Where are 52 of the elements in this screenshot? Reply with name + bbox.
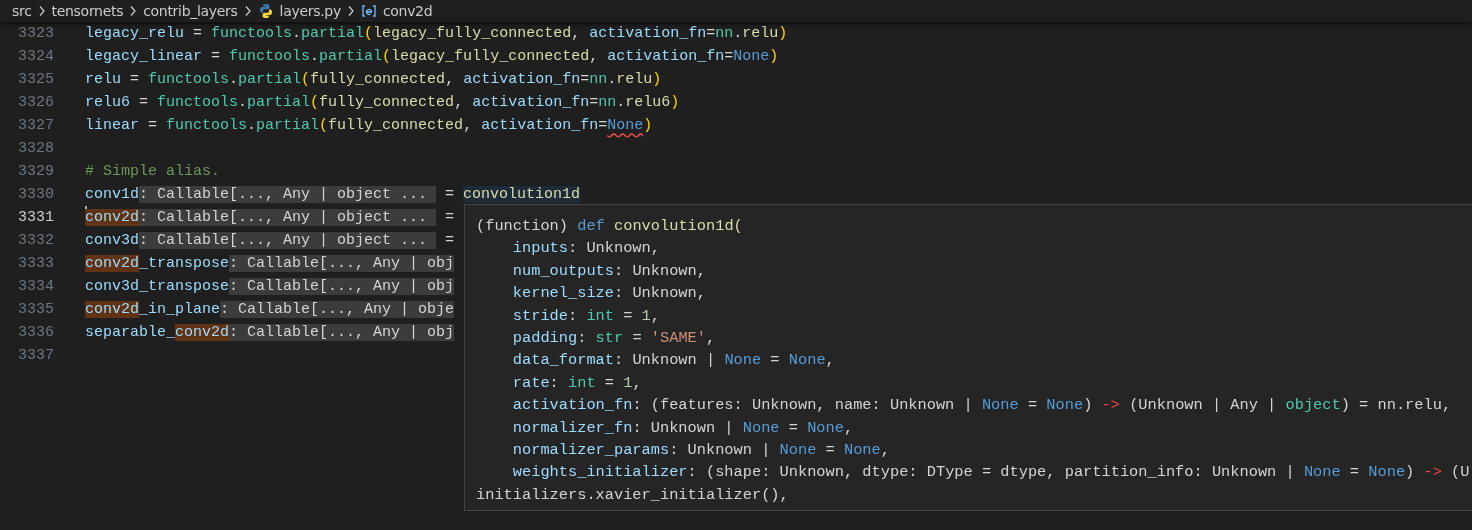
breadcrumb-item[interactable]: tensornets bbox=[51, 3, 124, 19]
python-icon bbox=[257, 3, 274, 19]
breadcrumb-item[interactable]: conv2d bbox=[382, 3, 433, 19]
line-number: 3328 bbox=[17, 139, 54, 159]
breadcrumb-item[interactable]: src bbox=[12, 3, 32, 19]
signature-line: data_format: Unknown | None = None, bbox=[511, 350, 836, 372]
breadcrumb-item[interactable]: contrib_layers bbox=[143, 3, 238, 19]
signature-line: normalizer_fn: Unknown | None = None, bbox=[511, 417, 855, 439]
signature-line: normalizer_params: Unknown | None = None, bbox=[511, 439, 891, 461]
line-number: 3334 bbox=[17, 277, 54, 297]
code-line: # Simple alias. bbox=[85, 162, 221, 182]
code-line: legacy_linear = functools.partial(legacy_fully_connected, activation_fn=None) bbox=[85, 47, 779, 67]
code-line: linear = functools.partial(fully_connected, activation_fn=None) bbox=[85, 116, 653, 136]
signature-line: (function) def convolution1d( bbox=[476, 216, 744, 237]
code-line: relu6 = functools.partial(fully_connected, activation_fn=nn.relu6) bbox=[85, 93, 680, 113]
signature-line: kernel_size: Unknown, bbox=[511, 283, 707, 305]
signature-line: weights_initializer: (shape: Unknown, dtype: DType = dtype, partition_info: Unknown | None = None) -> (U bbox=[511, 462, 1471, 484]
chevron-icon bbox=[243, 5, 252, 17]
signature-line: num_outputs: Unknown, bbox=[511, 260, 707, 282]
line-number: 3330 bbox=[17, 185, 54, 205]
variable-icon bbox=[360, 3, 377, 19]
signature-line: padding: str = 'SAME', bbox=[511, 327, 717, 349]
line-number: 3329 bbox=[17, 162, 54, 182]
line-number: 3332 bbox=[17, 231, 54, 251]
line-number: 3336 bbox=[17, 323, 54, 343]
code-line: conv3d_transpose: Callable[..., Any | obj bbox=[85, 277, 455, 297]
chevron-icon bbox=[346, 5, 355, 17]
line-number: 3337 bbox=[17, 346, 54, 366]
code-line: conv3d: Callable[..., Any | object ... = bbox=[85, 231, 455, 251]
signature-line: activation_fn: (features: Unknown, name: Unknown | None = None) -> (Unknown | Any | object) = nn.relu, bbox=[511, 395, 1453, 417]
chevron-icon bbox=[129, 5, 138, 17]
code-line: relu = functools.partial(fully_connected, activation_fn=nn.relu) bbox=[85, 70, 662, 90]
code-line: separable_conv2d: Callable[..., Any | obj bbox=[85, 323, 455, 343]
code-line: legacy_relu = functools.partial(legacy_fully_connected, activation_fn=nn.relu) bbox=[85, 24, 788, 44]
signature-line: rate: int = 1, bbox=[511, 372, 643, 394]
line-number: 3325 bbox=[17, 70, 54, 90]
code-line: conv1d: Callable[..., Any | object ... = convolution1d bbox=[85, 185, 581, 205]
line-number: 3327 bbox=[17, 116, 54, 136]
breadcrumb-item[interactable]: layers.py bbox=[279, 3, 341, 19]
code-line: conv2d: Callable[..., Any | object ... = bbox=[85, 206, 455, 229]
line-number: 3335 bbox=[17, 300, 54, 320]
line-number: 3323 bbox=[17, 24, 54, 44]
signature-line: stride: int = 1, bbox=[511, 305, 661, 327]
line-number: 3333 bbox=[17, 254, 54, 274]
code-line: conv2d_transpose: Callable[..., Any | obj bbox=[85, 254, 455, 274]
signature-line: inputs: Unknown, bbox=[511, 238, 661, 260]
signature-line: initializers.xavier_initializer(), bbox=[476, 484, 790, 506]
code-line: conv2d_in_plane: Callable[..., Any | obje bbox=[85, 300, 455, 320]
line-number: 3324 bbox=[17, 47, 54, 67]
line-number: 3331 bbox=[17, 208, 54, 228]
line-number: 3326 bbox=[17, 93, 54, 113]
chevron-icon bbox=[37, 5, 46, 17]
